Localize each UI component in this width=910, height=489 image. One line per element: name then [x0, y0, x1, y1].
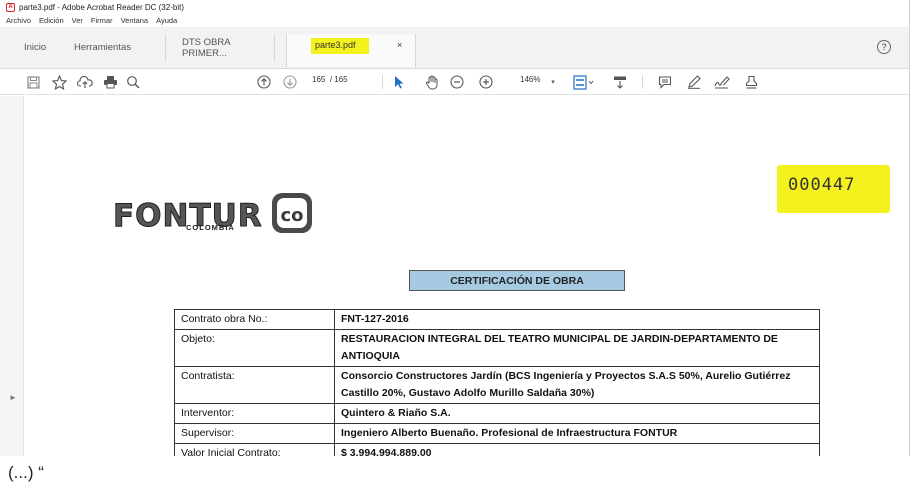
stamp-tool-icon[interactable] [742, 73, 760, 91]
contract-details-table: Contrato obra No.: FNT-127-2016 Objeto: … [174, 309, 820, 456]
page-current[interactable]: 165 [312, 75, 325, 84]
row-label: Valor Inicial Contrato: [174, 443, 335, 456]
menu-edicion[interactable]: Edición [39, 16, 64, 25]
select-cursor-icon[interactable] [391, 73, 407, 91]
menu-ventana[interactable]: Ventana [121, 16, 149, 25]
zoom-dropdown-chevron-icon[interactable]: ▾ [548, 73, 558, 91]
tab-document-parte3[interactable]: parte3.pdf × [286, 34, 416, 67]
menu-ver[interactable]: Ver [72, 16, 83, 25]
left-panel-rail [0, 96, 24, 456]
fit-page-icon[interactable] [570, 73, 598, 91]
row-label: Contrato obra No.: [174, 309, 335, 330]
acrobat-window: A parte3.pdf - Adobe Acrobat Reader DC (… [0, 0, 910, 456]
row-value: Consorcio Constructores Jardín (BCS Inge… [334, 366, 820, 404]
page-number-field[interactable]: 165 / 165 [312, 75, 348, 84]
menu-ayuda[interactable]: Ayuda [156, 16, 177, 25]
row-value: RESTAURACION INTEGRAL DEL TEATRO MUNICIP… [334, 329, 820, 367]
tab-document-dts-obra[interactable]: DTS OBRA PRIMER... [165, 34, 275, 62]
row-label: Contratista: [174, 366, 335, 404]
table-row: Valor Inicial Contrato: $ 3.994.994.889,… [174, 443, 820, 456]
logo-badge-text: co [280, 205, 303, 226]
row-value: FNT-127-2016 [334, 309, 820, 330]
highlight-pen-icon[interactable] [686, 73, 702, 91]
help-icon[interactable]: ? [877, 40, 891, 54]
row-label: Supervisor: [174, 423, 335, 444]
toolbar-separator [382, 75, 383, 89]
star-bookmark-icon[interactable] [50, 73, 68, 91]
logo-badge-icon: co [272, 193, 312, 233]
row-label: Interventor: [174, 403, 335, 424]
table-row: Supervisor: Ingeniero Alberto Buenaño. P… [174, 423, 820, 444]
tab-document-parte3-label: parte3.pdf [315, 40, 356, 50]
zoom-search-icon[interactable] [124, 73, 142, 91]
row-value: Quintero & Riaño S.A. [334, 403, 820, 424]
title-bar: A parte3.pdf - Adobe Acrobat Reader DC (… [0, 0, 909, 14]
comment-icon[interactable] [657, 73, 673, 91]
tab-tools[interactable]: Herramientas [74, 38, 131, 57]
table-row: Interventor: Quintero & Riaño S.A. [174, 403, 820, 424]
fontur-logo: FONTUR COLOMBIA co [113, 188, 323, 246]
menu-firmar[interactable]: Firmar [91, 16, 113, 25]
upload-cloud-icon[interactable] [76, 73, 94, 91]
tab-home[interactable]: Inicio [24, 38, 46, 57]
previous-page-icon[interactable] [256, 73, 272, 91]
page-total: / 165 [329, 75, 348, 84]
menu-archivo[interactable]: Archivo [6, 16, 31, 25]
window-title: parte3.pdf - Adobe Acrobat Reader DC (32… [19, 2, 184, 12]
toolbar-separator [642, 75, 643, 89]
certificate-title: CERTIFICACIÓN DE OBRA [409, 270, 625, 291]
toolbar: ▾ [0, 69, 909, 95]
acrobat-app-icon: A [6, 2, 15, 12]
zoom-in-icon[interactable] [478, 73, 494, 91]
expand-panel-arrow-icon[interactable]: ► [9, 393, 17, 402]
table-row: Contrato obra No.: FNT-127-2016 [174, 309, 820, 330]
folio-stamp-number: 000447 [788, 175, 856, 195]
menu-bar: Archivo Edición Ver Firmar Ventana Ayuda [0, 14, 909, 26]
zoom-out-icon[interactable] [449, 73, 465, 91]
hand-tool-icon[interactable] [424, 73, 440, 91]
next-page-icon[interactable] [282, 73, 298, 91]
close-tab-icon[interactable]: × [397, 40, 402, 50]
table-row: Objeto: RESTAURACION INTEGRAL DEL TEATRO… [174, 329, 820, 367]
row-label: Objeto: [174, 329, 335, 367]
table-row: Contratista: Consorcio Constructores Jar… [174, 366, 820, 404]
sign-icon[interactable] [713, 73, 731, 91]
row-value: $ 3.994.994.889,00 [334, 443, 820, 456]
print-icon[interactable] [101, 73, 119, 91]
tab-bar: Inicio Herramientas DTS OBRA PRIMER... p… [0, 27, 909, 69]
scrolling-mode-icon[interactable] [612, 73, 628, 91]
zoom-level-field[interactable]: 146% [520, 75, 540, 84]
save-icon[interactable] [24, 73, 42, 91]
logo-subtitle: COLOMBIA [186, 223, 235, 232]
row-value: Ingeniero Alberto Buenaño. Profesional d… [334, 423, 820, 444]
quote-ellipsis-text: (...) “ [8, 463, 44, 482]
